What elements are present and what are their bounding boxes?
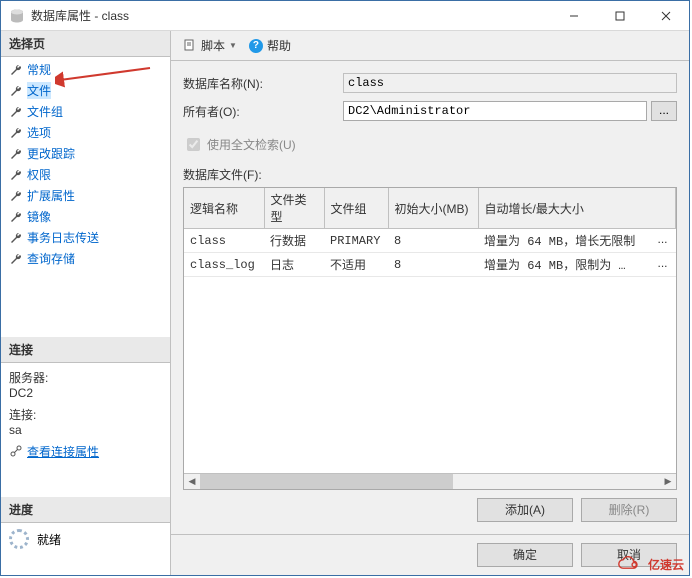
ready-label: 就绪 — [37, 531, 61, 548]
table-row[interactable]: class_log 日志 不适用 8 增量为 64 MB，限制为 … ... — [184, 253, 676, 277]
sidebar-item-mirroring[interactable]: 镜像 — [1, 206, 170, 227]
horizontal-scrollbar[interactable]: ◀ ▶ — [184, 473, 676, 489]
db-name-field — [343, 73, 677, 93]
window-title: 数据库属性 - class — [31, 7, 551, 24]
fulltext-checkbox — [187, 138, 200, 151]
dropdown-icon: ▼ — [229, 41, 237, 50]
script-button[interactable]: 脚本 ▼ — [179, 35, 241, 56]
database-icon — [9, 8, 25, 24]
sidebar-item-options[interactable]: 选项 — [1, 122, 170, 143]
sidebar-item-general[interactable]: 常规 — [1, 59, 170, 80]
sidebar-item-changetracking[interactable]: 更改跟踪 — [1, 143, 170, 164]
col-autogrowth[interactable]: 自动增长/最大大小 — [478, 188, 676, 229]
wrench-icon — [9, 168, 23, 182]
owner-browse-button[interactable]: ... — [651, 101, 677, 121]
scroll-left-icon[interactable]: ◀ — [184, 474, 200, 490]
spinner-icon — [9, 529, 29, 549]
toolbar: 脚本 ▼ ? 帮助 — [171, 31, 689, 61]
wrench-icon — [9, 210, 23, 224]
conn-value: sa — [9, 423, 162, 437]
files-section-label: 数据库文件(F): — [183, 166, 677, 183]
wrench-icon — [9, 84, 23, 98]
autogrowth-browse-button[interactable]: ... — [658, 233, 676, 249]
connection-icon — [9, 444, 23, 458]
remove-button: 删除(R) — [581, 498, 677, 522]
connection-header: 连接 — [1, 337, 170, 363]
window: 数据库属性 - class 选择页 常规 文件 文件组 选项 更改跟踪 权限 扩… — [0, 0, 690, 576]
wrench-icon — [9, 231, 23, 245]
cancel-button[interactable]: 取消 — [581, 543, 677, 567]
help-icon: ? — [249, 39, 263, 53]
wrench-icon — [9, 126, 23, 140]
progress-header: 进度 — [1, 497, 170, 523]
table-row[interactable]: class 行数据 PRIMARY 8 增量为 64 MB，增长无限制 ... — [184, 229, 676, 253]
files-grid: 逻辑名称 文件类型 文件组 初始大小(MB) 自动增长/最大大小 class 行… — [183, 187, 677, 490]
wrench-icon — [9, 252, 23, 266]
server-label: 服务器: — [9, 369, 162, 386]
autogrowth-browse-button[interactable]: ... — [658, 257, 676, 273]
wrench-icon — [9, 147, 23, 161]
scroll-right-icon[interactable]: ▶ — [660, 474, 676, 490]
wrench-icon — [9, 105, 23, 119]
wrench-icon — [9, 189, 23, 203]
add-button[interactable]: 添加(A) — [477, 498, 573, 522]
script-icon — [183, 39, 197, 53]
sidebar: 选择页 常规 文件 文件组 选项 更改跟踪 权限 扩展属性 镜像 事务日志传送 … — [1, 31, 171, 575]
col-filegroup[interactable]: 文件组 — [324, 188, 388, 229]
sidebar-item-extended[interactable]: 扩展属性 — [1, 185, 170, 206]
scroll-thumb[interactable] — [200, 474, 453, 489]
server-value: DC2 — [9, 386, 162, 400]
col-logical-name[interactable]: 逻辑名称 — [184, 188, 264, 229]
minimize-button[interactable] — [551, 1, 597, 30]
conn-label: 连接: — [9, 406, 162, 423]
dialog-body: 选择页 常规 文件 文件组 选项 更改跟踪 权限 扩展属性 镜像 事务日志传送 … — [1, 31, 689, 575]
page-list: 常规 文件 文件组 选项 更改跟踪 权限 扩展属性 镜像 事务日志传送 查询存储 — [1, 57, 170, 271]
main-panel: 脚本 ▼ ? 帮助 数据库名称(N): 所有者(O): ... — [171, 31, 689, 575]
titlebar: 数据库属性 - class — [1, 1, 689, 31]
view-connection-props-link[interactable]: 查看连接属性 — [9, 443, 99, 460]
close-button[interactable] — [643, 1, 689, 30]
progress-status: 就绪 — [1, 523, 170, 555]
dialog-footer: 确定 取消 — [171, 534, 689, 575]
db-name-label: 数据库名称(N): — [183, 75, 343, 92]
sidebar-item-filegroups[interactable]: 文件组 — [1, 101, 170, 122]
sidebar-item-logshipping[interactable]: 事务日志传送 — [1, 227, 170, 248]
content-area: 数据库名称(N): 所有者(O): ... 使用全文检索(U) 数据库文件(F)… — [171, 61, 689, 534]
col-file-type[interactable]: 文件类型 — [264, 188, 324, 229]
connection-info: 服务器: DC2 连接: sa 查看连接属性 — [1, 363, 170, 468]
sidebar-item-permissions[interactable]: 权限 — [1, 164, 170, 185]
select-page-header: 选择页 — [1, 31, 170, 57]
owner-label: 所有者(O): — [183, 103, 343, 120]
sidebar-item-querystore[interactable]: 查询存储 — [1, 248, 170, 269]
maximize-button[interactable] — [597, 1, 643, 30]
wrench-icon — [9, 63, 23, 77]
sidebar-item-files[interactable]: 文件 — [1, 80, 170, 101]
owner-field[interactable] — [343, 101, 647, 121]
col-initial-size[interactable]: 初始大小(MB) — [388, 188, 478, 229]
help-button[interactable]: ? 帮助 — [245, 35, 295, 56]
ok-button[interactable]: 确定 — [477, 543, 573, 567]
fulltext-label: 使用全文检索(U) — [207, 136, 296, 153]
